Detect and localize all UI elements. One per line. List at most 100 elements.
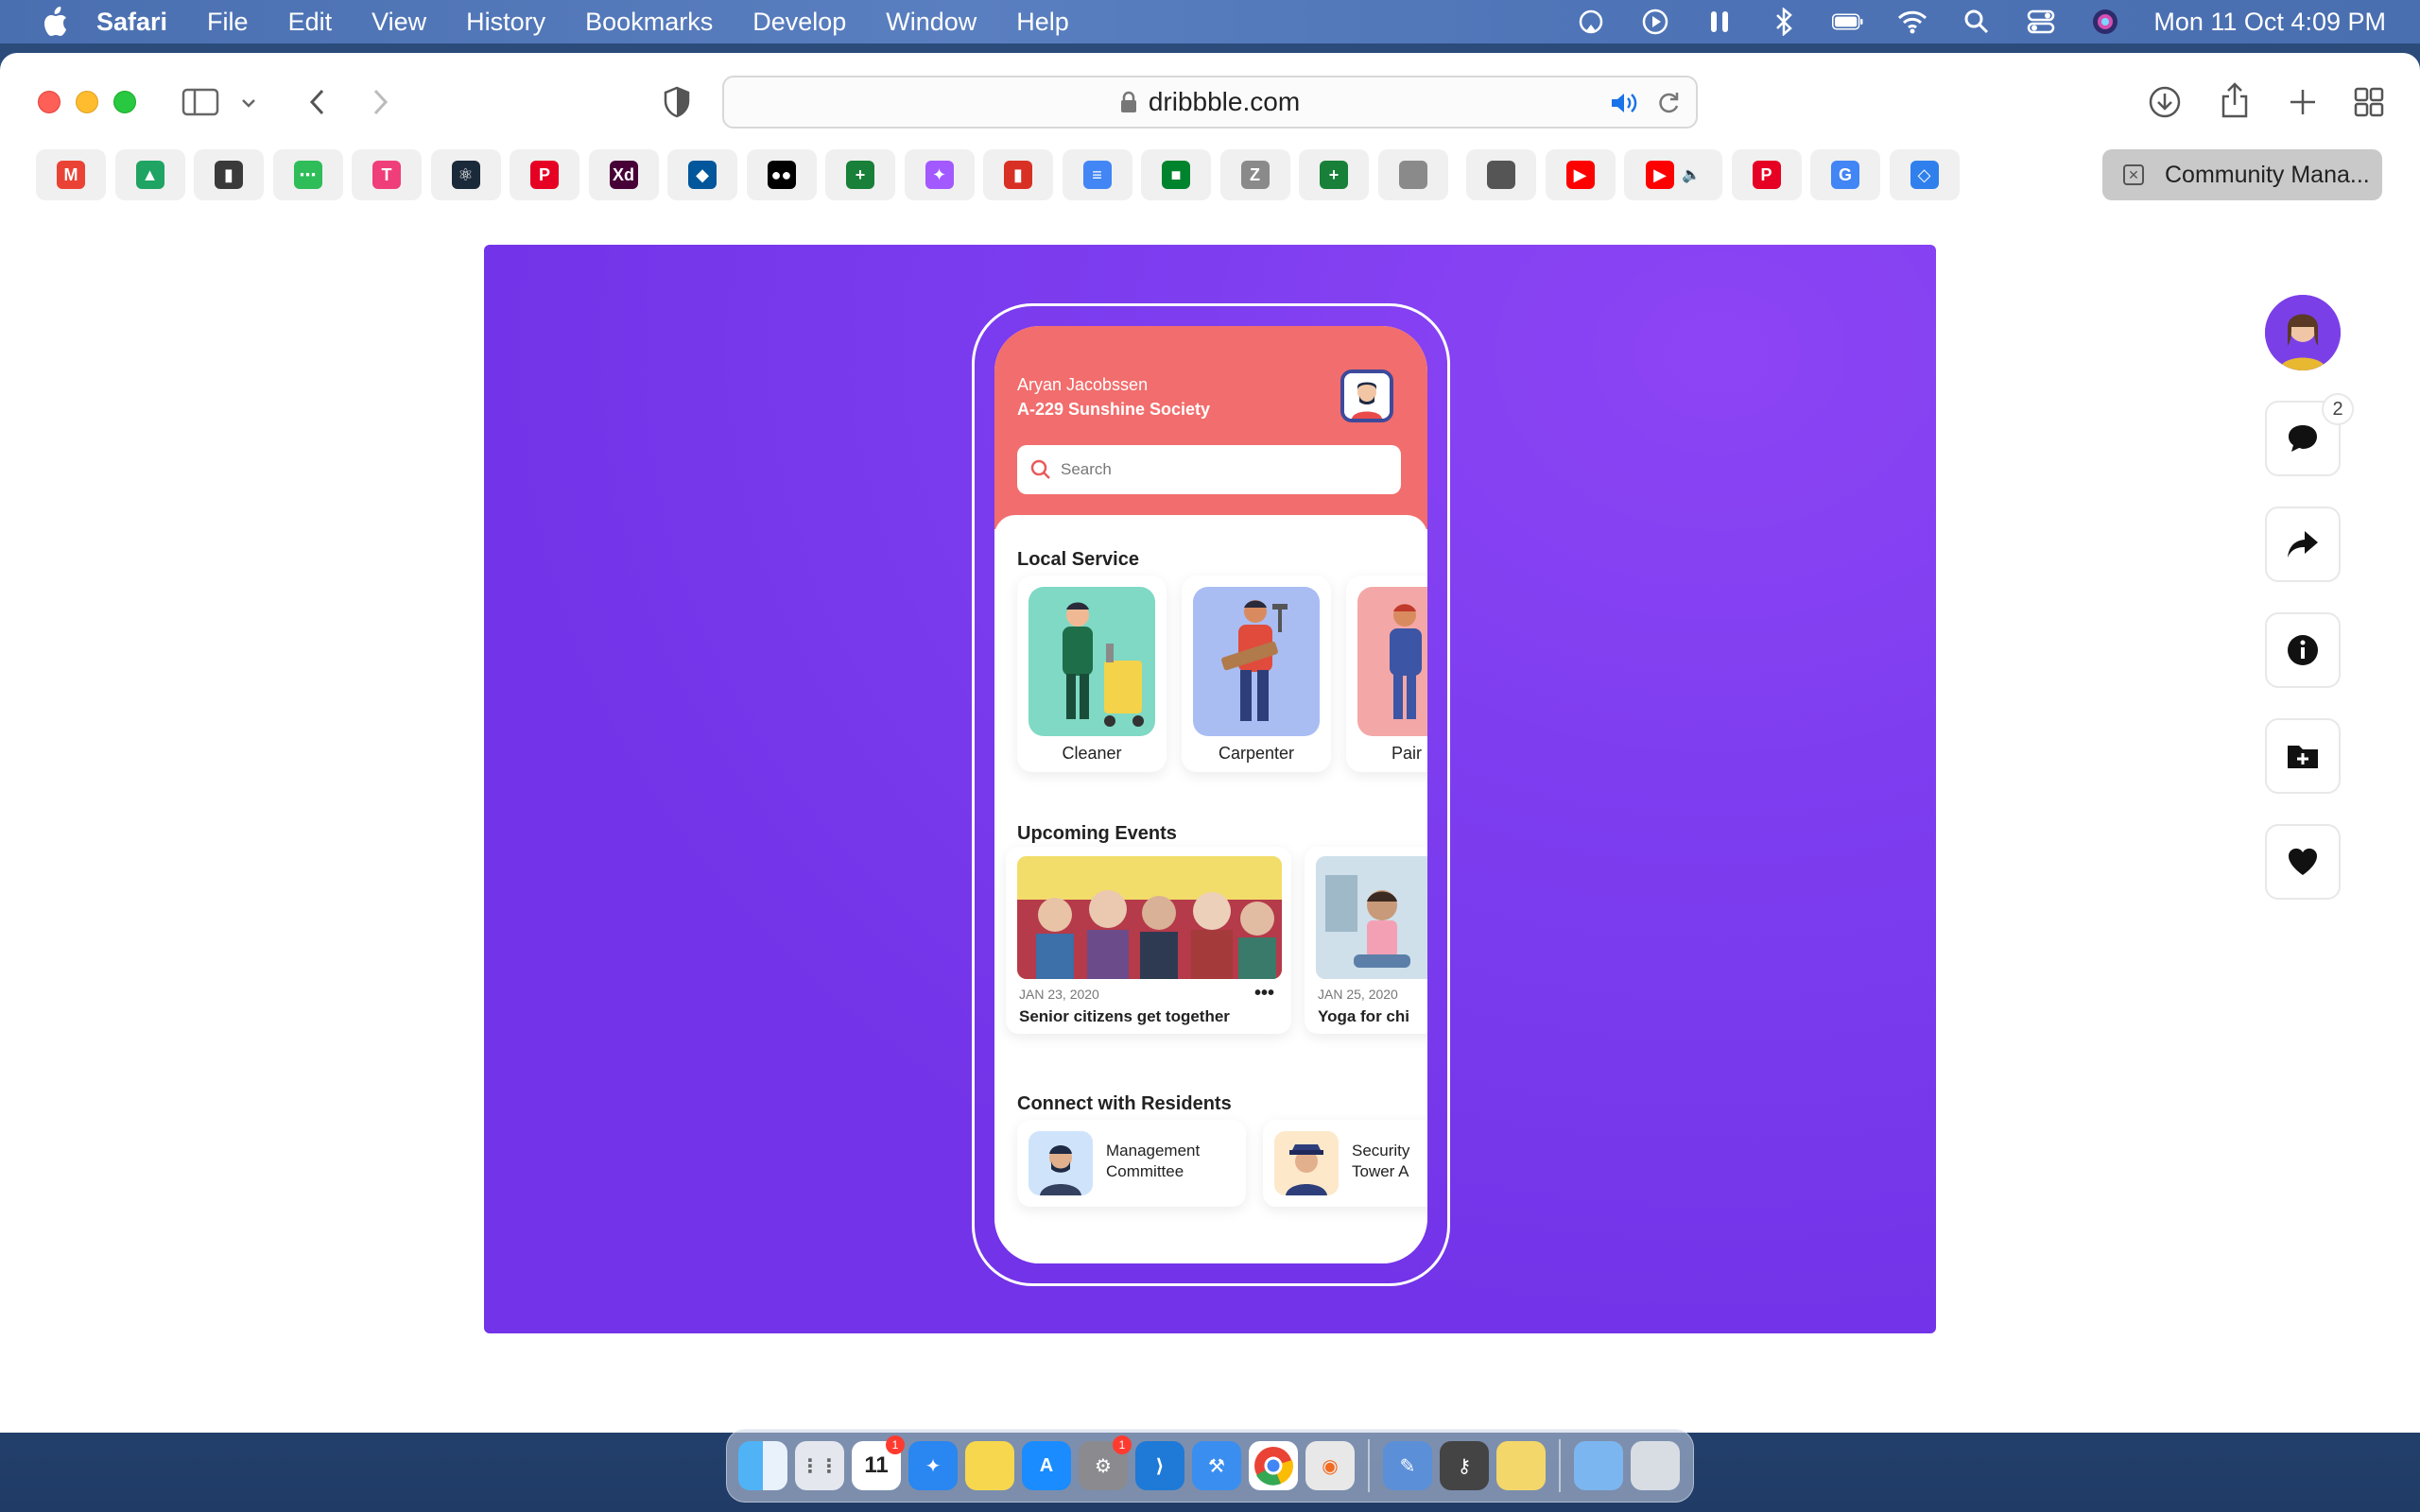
menu-history[interactable]: History xyxy=(466,8,545,37)
forward-arrow-icon[interactable] xyxy=(365,85,397,119)
menu-view[interactable]: View xyxy=(372,8,426,37)
menu-file[interactable]: File xyxy=(207,8,249,37)
designer-avatar[interactable] xyxy=(2265,295,2341,370)
bluetooth-icon[interactable] xyxy=(1768,8,1800,36)
apple-menu-icon[interactable] xyxy=(36,3,74,41)
sidebar-toggle-icon[interactable] xyxy=(180,85,221,119)
pinned-tab[interactable]: G xyxy=(1810,149,1880,200)
pinned-tab[interactable] xyxy=(1466,149,1536,200)
safari-icon[interactable]: ✦ xyxy=(908,1441,958,1490)
resident-card-management[interactable]: Management Committee xyxy=(1017,1120,1246,1207)
event-date: JAN 23, 2020 xyxy=(1019,987,1099,1002)
chrome-icon[interactable] xyxy=(1249,1441,1298,1490)
pinned-tab[interactable] xyxy=(1377,149,1448,200)
reload-icon[interactable] xyxy=(1656,91,1681,122)
service-card-carpenter[interactable]: Carpenter xyxy=(1182,576,1331,772)
app-header: Aryan Jacobssen A-229 Sunshine Society S… xyxy=(994,326,1427,529)
address-bar[interactable]: dribbble.com xyxy=(722,76,1698,129)
wifi-icon[interactable] xyxy=(1896,8,1928,36)
pinned-tab[interactable]: T xyxy=(352,149,422,200)
z-icon: Z xyxy=(1240,161,1270,189)
system-preferences-icon[interactable]: ⚙ 1 xyxy=(1079,1435,1132,1490)
pinned-tab[interactable]: ◆ xyxy=(667,149,737,200)
pinned-tab[interactable]: P xyxy=(510,149,579,200)
keychain-icon[interactable]: ⚷ xyxy=(1440,1441,1489,1490)
share-icon[interactable] xyxy=(2216,79,2254,121)
shot-details-button[interactable] xyxy=(2265,612,2341,688)
menu-edit[interactable]: Edit xyxy=(288,8,333,37)
pinned-tab[interactable]: ⋯ xyxy=(272,149,343,200)
pinned-tab[interactable]: ▲ xyxy=(114,149,185,200)
new-tab-icon[interactable] xyxy=(2284,83,2322,121)
minimize-window-button[interactable] xyxy=(76,91,98,113)
search-input[interactable]: Search xyxy=(1017,445,1401,494)
pinned-tab[interactable]: ▮ xyxy=(983,149,1053,200)
event-card[interactable]: JAN 25, 2020 Yoga for chi xyxy=(1305,847,1427,1034)
pinned-tab[interactable]: M xyxy=(36,149,106,200)
stickies-icon[interactable] xyxy=(1496,1441,1546,1490)
speaker-icon[interactable] xyxy=(1609,91,1637,122)
trash-icon[interactable] xyxy=(1631,1441,1680,1490)
pinned-tab[interactable]: ■ xyxy=(1141,149,1211,200)
pinned-tab[interactable]: Xd xyxy=(588,149,659,200)
resident-card-security[interactable]: Security Tower A xyxy=(1263,1120,1427,1207)
menu-window[interactable]: Window xyxy=(886,8,977,37)
tab-bar: M ▲ ▮ ⋯ T ⚛ P Xd ◆ ●● + ✦ ▮ ≡ ■ Z + ▶ ▶ 🔈 P G ◇ ✕ Community Mana… xyxy=(36,149,2390,202)
event-card[interactable]: JAN 23, 2020 Senior citizens get togethe… xyxy=(1006,847,1291,1034)
back-arrow-icon[interactable] xyxy=(301,85,333,119)
notes-icon[interactable] xyxy=(965,1441,1014,1490)
tab-overview-icon[interactable] xyxy=(2350,83,2388,121)
more-options-icon[interactable]: ••• xyxy=(1254,983,1274,1005)
save-to-collection-button[interactable] xyxy=(2265,718,2341,794)
menu-help[interactable]: Help xyxy=(1016,8,1069,37)
menu-app-name[interactable]: Safari xyxy=(96,8,167,37)
pinned-tab[interactable]: Z xyxy=(1219,149,1290,200)
vpn-icon[interactable]: ◉ xyxy=(1305,1441,1355,1490)
like-button[interactable] xyxy=(2265,824,2341,900)
service-card-cleaner[interactable]: Cleaner xyxy=(1017,576,1167,772)
close-tab-icon[interactable]: ✕ xyxy=(2123,164,2144,185)
zoom-window-button[interactable] xyxy=(113,91,136,113)
privacy-shield-icon[interactable] xyxy=(660,83,694,121)
pinned-tab[interactable]: ▶ 🔈 xyxy=(1624,149,1722,200)
downloads-icon[interactable] xyxy=(2146,83,2184,121)
calendar-icon[interactable]: 11 1 xyxy=(852,1435,905,1490)
pinned-tab[interactable]: ≡ xyxy=(1062,149,1132,200)
airpods-icon[interactable] xyxy=(1703,8,1736,36)
section-upcoming-events: Upcoming Events xyxy=(1017,823,1177,844)
airplay-audio-icon[interactable] xyxy=(1575,8,1607,36)
chevron-down-icon[interactable] xyxy=(238,93,259,113)
service-card-painter[interactable]: Pair xyxy=(1346,576,1427,772)
tab-audio-icon[interactable]: 🔈 xyxy=(1682,165,1701,184)
play-icon[interactable] xyxy=(1639,8,1671,36)
pinned-tab[interactable]: + xyxy=(825,149,895,200)
app-store-icon[interactable]: A xyxy=(1022,1441,1071,1490)
pinned-tab[interactable]: ●● xyxy=(746,149,817,200)
menu-bar: Safari File Edit View History Bookmarks … xyxy=(0,0,2420,43)
menu-develop[interactable]: Develop xyxy=(752,8,846,37)
pinned-tab[interactable]: ◇ xyxy=(1889,149,1960,200)
menu-bookmarks[interactable]: Bookmarks xyxy=(585,8,713,37)
pinned-tab[interactable]: ⚛ xyxy=(430,149,501,200)
safari-window: dribbble.com M ▲ ▮ ⋯ T ⚛ P Xd ◆ ●● + ✦ ▮ ≡ ■ Z + ▶ ▶ 🔈 P G ◇ ✕ C… xyxy=(0,53,2420,1433)
battery-icon[interactable] xyxy=(1832,8,1864,36)
preview-icon[interactable]: ✎ xyxy=(1383,1441,1432,1490)
pinterest-icon: P xyxy=(530,161,559,189)
spotlight-search-icon[interactable] xyxy=(1961,8,1993,36)
vscode-icon[interactable]: ⟩ xyxy=(1135,1441,1184,1490)
launchpad-icon[interactable]: ⋮⋮ xyxy=(795,1441,844,1490)
control-center-icon[interactable] xyxy=(2025,8,2057,36)
downloads-stack-icon[interactable] xyxy=(1574,1441,1623,1490)
active-tab[interactable]: ✕ Community Mana... xyxy=(2102,149,2382,200)
pinned-tab[interactable]: ✦ xyxy=(904,149,975,200)
pinned-tab[interactable]: ▮ xyxy=(194,149,264,200)
menu-clock[interactable]: Mon 11 Oct 4:09 PM xyxy=(2153,8,2386,37)
close-window-button[interactable] xyxy=(38,91,60,113)
pinned-tab[interactable]: + xyxy=(1299,149,1369,200)
xcode-icon[interactable]: ⚒ xyxy=(1192,1441,1241,1490)
finder-icon[interactable] xyxy=(738,1441,787,1490)
pinned-tab[interactable]: P xyxy=(1731,149,1802,200)
share-shot-button[interactable] xyxy=(2265,507,2341,582)
siri-icon[interactable] xyxy=(2089,8,2121,36)
pinned-tab[interactable]: ▶ xyxy=(1545,149,1616,200)
